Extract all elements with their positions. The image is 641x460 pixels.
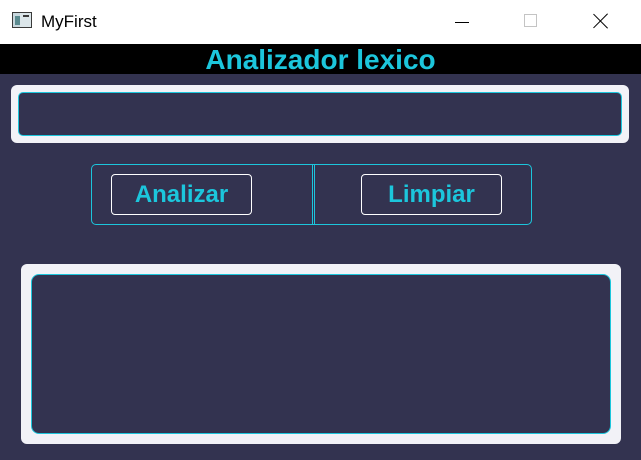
group-divider [312, 165, 315, 224]
output-frame [21, 264, 621, 444]
minimize-icon [455, 22, 469, 23]
close-icon [593, 13, 609, 29]
maximize-button[interactable] [497, 0, 567, 44]
button-group: Analizar Limpiar [91, 164, 532, 225]
input-frame [11, 85, 629, 143]
page-title: Analizador lexico [205, 44, 436, 75]
app-icon [12, 12, 32, 28]
minimize-button[interactable] [428, 0, 498, 44]
source-input[interactable] [18, 92, 622, 136]
analyze-button[interactable]: Analizar [111, 174, 252, 215]
window-title: MyFirst [41, 12, 97, 31]
close-button[interactable] [568, 0, 638, 44]
header-banner: Analizador lexico [0, 44, 641, 75]
app-window: MyFirst Analizador lexico Analizar Limpi… [0, 0, 641, 460]
output-textarea[interactable] [31, 274, 611, 434]
clear-button[interactable]: Limpiar [361, 174, 502, 215]
title-bar[interactable]: MyFirst [0, 0, 641, 44]
maximize-icon [524, 14, 537, 27]
